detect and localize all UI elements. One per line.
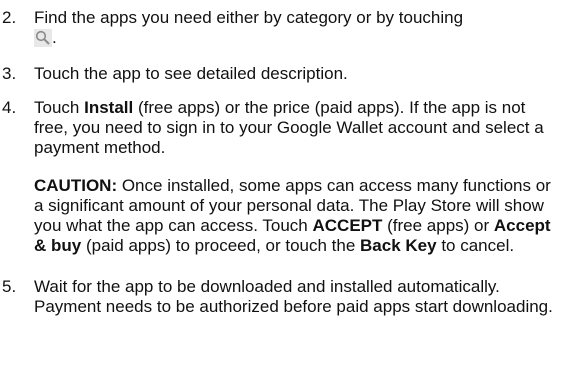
accept-label: ACCEPT <box>312 216 383 235</box>
caution-text: (paid apps) to proceed, or touch the <box>81 236 361 255</box>
caution-note: CAUTION: Once installed, some apps can a… <box>34 176 559 256</box>
step-text: Find the apps you need either by categor… <box>34 8 559 48</box>
manual-page: 2. Find the apps you need either by cate… <box>0 0 563 372</box>
step-text-part: Find the apps you need either by categor… <box>34 8 464 27</box>
search-icon <box>34 29 52 47</box>
install-label: Install <box>84 98 134 117</box>
caution-text: (free apps) or <box>382 216 494 235</box>
step-text-period: . <box>52 28 57 47</box>
step-number: 4. <box>2 98 17 117</box>
caution-label: CAUTION: <box>34 176 118 195</box>
back-key-label: Back Key <box>360 236 437 255</box>
step-text: Wait for the app to be downloaded and in… <box>34 277 553 316</box>
step-text: Touch Install (free apps) or the price (… <box>34 98 559 158</box>
caution-text: to cancel. <box>436 236 515 255</box>
step-text-part: Touch <box>34 98 85 117</box>
step-number: 5. <box>2 277 17 296</box>
step-text: Touch the app to see detailed descriptio… <box>34 64 348 83</box>
step-number: 2. <box>2 8 17 27</box>
step-number: 3. <box>2 64 17 83</box>
